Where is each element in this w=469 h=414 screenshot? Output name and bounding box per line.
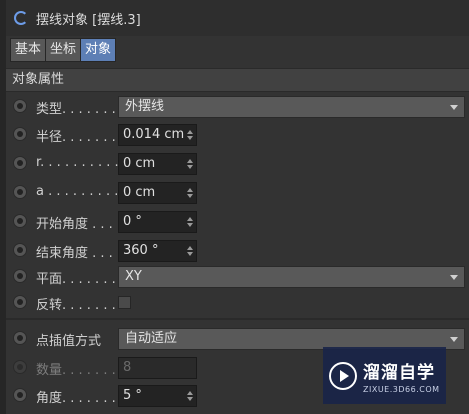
stepper-arrows-icon[interactable] xyxy=(187,159,193,169)
stepper-arrows-icon[interactable] xyxy=(187,188,193,198)
stepper-arrows-icon[interactable] xyxy=(187,130,193,140)
group-divider xyxy=(6,318,469,320)
start-angle-value: 0 ° xyxy=(123,214,142,229)
tab-object[interactable]: 对象 xyxy=(80,38,117,62)
chevron-down-icon xyxy=(450,337,458,342)
animate-radio-icon[interactable] xyxy=(13,295,27,309)
animate-radio-icon[interactable] xyxy=(13,185,27,199)
r-label: r. . . . . . . . . . . xyxy=(36,155,127,170)
animate-radio-icon xyxy=(13,360,27,374)
tab-bar: 基本 坐标 对象 xyxy=(10,38,117,62)
stepper-arrows-icon[interactable] xyxy=(187,246,193,256)
end-angle-input[interactable]: 360 ° xyxy=(118,240,197,262)
chevron-down-icon xyxy=(450,105,458,110)
stepper-arrows-icon[interactable] xyxy=(187,391,193,401)
row-type: 类型. . . . . . . . 外摆线 xyxy=(6,94,469,120)
watermark-name: 溜溜自学 xyxy=(363,362,435,383)
count-input: 8 xyxy=(118,357,197,379)
end-angle-value: 360 ° xyxy=(123,243,159,258)
interpolation-label: 点插值方式 xyxy=(36,334,102,349)
r-value: 0 cm xyxy=(123,156,156,171)
reverse-label: 反转. . . . . . . xyxy=(36,298,116,313)
reverse-checkbox[interactable] xyxy=(118,296,131,309)
watermark-text: 溜溜自学 ZIXUE.3D66.COM xyxy=(363,358,440,394)
type-dropdown[interactable]: 外摆线 xyxy=(118,96,465,118)
tab-basic[interactable]: 基本 xyxy=(10,38,47,62)
plane-dropdown[interactable]: XY xyxy=(118,266,465,288)
interpolation-value: 自动适应 xyxy=(125,331,178,346)
animate-radio-icon[interactable] xyxy=(13,331,27,345)
play-logo-icon xyxy=(329,361,357,390)
object-title: 摆线对象 [摆线.3] xyxy=(36,12,141,28)
watermark-badge: 溜溜自学 ZIXUE.3D66.COM xyxy=(323,347,446,404)
animate-radio-icon[interactable] xyxy=(13,99,27,113)
stepper-arrows-icon[interactable] xyxy=(187,217,193,227)
chevron-down-icon xyxy=(450,275,458,280)
radius-value: 0.014 cm xyxy=(123,127,185,142)
watermark-url: ZIXUE.3D66.COM xyxy=(363,384,440,394)
row-r: r. . . . . . . . . . . 0 cm xyxy=(6,151,469,177)
start-angle-input[interactable]: 0 ° xyxy=(118,211,197,233)
radius-input[interactable]: 0.014 cm xyxy=(118,124,197,146)
count-label: 数量. . . . . . . . xyxy=(36,363,124,378)
a-label: a . . . . . . . . . . xyxy=(36,184,127,199)
angle-value: 5 ° xyxy=(123,388,142,403)
radius-label: 半径. . . . . . . . xyxy=(36,130,124,145)
cycloid-spin-icon xyxy=(14,11,28,25)
row-radius: 半径. . . . . . . . 0.014 cm xyxy=(6,122,469,148)
plane-label: 平面. . . . . . . . xyxy=(36,272,124,287)
tab-coord[interactable]: 坐标 xyxy=(45,38,82,62)
section-header-object-properties: 对象属性 xyxy=(6,68,469,92)
title-bar: 摆线对象 [摆线.3] xyxy=(6,0,469,36)
a-value: 0 cm xyxy=(123,185,156,200)
start-angle-label: 开始角度 . . . xyxy=(36,217,113,232)
a-input[interactable]: 0 cm xyxy=(118,182,197,204)
animate-radio-icon[interactable] xyxy=(13,156,27,170)
row-plane: 平面. . . . . . . . XY xyxy=(6,264,469,290)
plane-value: XY xyxy=(125,269,142,284)
type-label: 类型. . . . . . . . xyxy=(36,102,124,117)
row-end-angle: 结束角度 . . . 360 ° xyxy=(6,238,469,264)
animate-radio-icon[interactable] xyxy=(13,269,27,283)
angle-label: 角度. . . . . . . . xyxy=(36,391,124,406)
end-angle-label: 结束角度 . . . xyxy=(36,246,113,261)
r-input[interactable]: 0 cm xyxy=(118,153,197,175)
angle-input[interactable]: 5 ° xyxy=(118,385,197,407)
count-value: 8 xyxy=(123,360,132,375)
animate-radio-icon[interactable] xyxy=(13,127,27,141)
row-start-angle: 开始角度 . . . 0 ° xyxy=(6,209,469,235)
animate-radio-icon[interactable] xyxy=(13,388,27,402)
animate-radio-icon[interactable] xyxy=(13,243,27,257)
row-a: a . . . . . . . . . . 0 cm xyxy=(6,180,469,206)
type-value: 外摆线 xyxy=(125,99,165,114)
animate-radio-icon[interactable] xyxy=(13,214,27,228)
row-reverse: 反转. . . . . . . xyxy=(6,290,469,316)
